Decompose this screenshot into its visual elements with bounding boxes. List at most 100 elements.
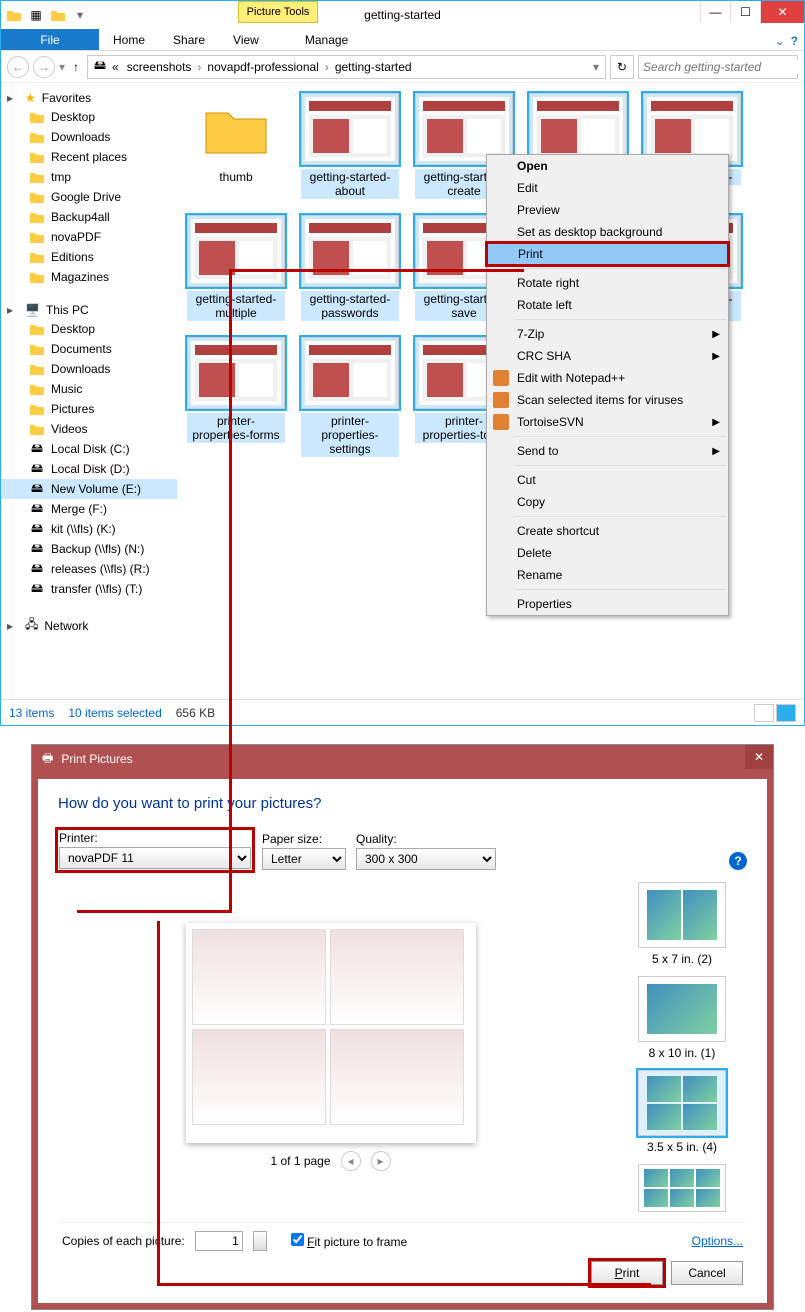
menu-item[interactable]: TortoiseSVN▶ (487, 411, 728, 433)
props-icon[interactable]: ▦ (27, 6, 45, 24)
picture-tools-tab[interactable]: Picture Tools (238, 1, 318, 23)
crumb-getting-started[interactable]: getting-started (331, 60, 416, 74)
menu-item[interactable]: Delete (487, 542, 728, 564)
menu-item[interactable]: Open (487, 155, 728, 177)
nav-item[interactable]: Music (1, 379, 177, 399)
print-button[interactable]: Print (591, 1261, 663, 1285)
nav-item[interactable]: Recent places (1, 147, 177, 167)
nav-item[interactable]: Pictures (1, 399, 177, 419)
up-button[interactable]: ↑ (69, 60, 83, 74)
search-box[interactable]: 🔍 (638, 55, 798, 79)
history-dropdown-icon[interactable]: ▾ (59, 60, 65, 74)
layout-option[interactable]: 3.5 x 5 in. (4) (638, 1070, 726, 1154)
forward-button[interactable]: → (33, 56, 55, 78)
menu-item[interactable]: Cut (487, 469, 728, 491)
nav-item[interactable]: 🖴Local Disk (D:) (1, 459, 177, 479)
menu-item[interactable]: Rotate right (487, 272, 728, 294)
menu-item[interactable]: Edit (487, 177, 728, 199)
search-input[interactable] (639, 60, 804, 74)
details-view-button[interactable] (754, 704, 774, 722)
nav-item[interactable]: Google Drive (1, 187, 177, 207)
breadcrumb[interactable]: 🖴 « screenshots› novapdf-professional› g… (87, 55, 606, 79)
printer-select[interactable]: novaPDF 11 (59, 847, 251, 869)
file-item[interactable]: getting-started-passwords (301, 215, 399, 321)
view-tab[interactable]: View (219, 29, 273, 51)
menu-item[interactable]: Set as desktop background (487, 221, 728, 243)
menu-item[interactable]: 7-Zip▶ (487, 323, 728, 345)
options-link[interactable]: Options... (692, 1234, 743, 1248)
crumb-dropdown-icon[interactable]: ▾ (591, 60, 601, 74)
copies-spinner[interactable] (253, 1231, 267, 1251)
next-page-button[interactable]: ▸ (371, 1151, 391, 1171)
home-tab[interactable]: Home (99, 29, 159, 51)
expand-icon[interactable]: ▸ (7, 619, 19, 633)
nav-item[interactable]: Downloads (1, 359, 177, 379)
favorites-header[interactable]: ▸ ★ Favorites (1, 89, 177, 107)
network-header[interactable]: ▸ 🖧 Network (1, 613, 177, 638)
file-tab[interactable]: File (1, 29, 99, 50)
expand-ribbon-icon[interactable]: ⌄ (775, 34, 785, 48)
nav-item[interactable]: Desktop (1, 107, 177, 127)
crumb-screenshots[interactable]: screenshots (123, 60, 196, 74)
manage-tab[interactable]: Manage (291, 29, 362, 51)
nav-item[interactable]: 🖴New Volume (E:) (1, 479, 177, 499)
menu-item[interactable]: CRC SHA▶ (487, 345, 728, 367)
nav-item[interactable]: Backup4all (1, 207, 177, 227)
back-button[interactable]: ← (7, 56, 29, 78)
nav-item[interactable]: Editions (1, 247, 177, 267)
nav-item[interactable]: Documents (1, 339, 177, 359)
expand-icon[interactable]: ▸ (7, 303, 19, 317)
menu-item[interactable]: Rotate left (487, 294, 728, 316)
nav-item[interactable]: 🖴Backup (\\fls) (N:) (1, 539, 177, 559)
nav-item[interactable]: Desktop (1, 319, 177, 339)
nav-item[interactable]: 🖴Merge (F:) (1, 499, 177, 519)
layout-option[interactable] (638, 1164, 726, 1216)
thumbnails-view-button[interactable] (776, 704, 796, 722)
minimize-button[interactable]: — (700, 1, 730, 23)
menu-item[interactable]: Properties (487, 593, 728, 615)
layout-option[interactable]: 5 x 7 in. (2) (638, 882, 726, 966)
menu-item[interactable]: Preview (487, 199, 728, 221)
menu-item[interactable]: Rename (487, 564, 728, 586)
menu-item[interactable]: Copy (487, 491, 728, 513)
expand-icon[interactable]: ▸ (7, 91, 19, 105)
menu-item[interactable]: Create shortcut (487, 520, 728, 542)
layout-option[interactable]: 8 x 10 in. (1) (638, 976, 726, 1060)
dialog-close-button[interactable]: ✕ (745, 745, 773, 769)
nav-item[interactable]: 🖴Local Disk (C:) (1, 439, 177, 459)
file-item[interactable]: getting-started-about (301, 93, 399, 199)
menu-item[interactable]: Print (487, 243, 728, 265)
file-item[interactable]: thumb (187, 93, 285, 199)
file-item[interactable]: printer-properties-settings (301, 337, 399, 457)
nav-item[interactable]: Magazines (1, 267, 177, 287)
qat-dropdown-icon[interactable]: ▾ (71, 6, 89, 24)
nav-item[interactable]: 🖴kit (\\fls) (K:) (1, 519, 177, 539)
help-icon[interactable]: ? (791, 34, 798, 48)
quality-select[interactable]: 300 x 300 (356, 848, 496, 870)
image-thumbnail (301, 93, 399, 165)
crumb-novapdf[interactable]: novapdf-professional (203, 60, 322, 74)
help-icon[interactable]: ? (729, 852, 747, 870)
share-tab[interactable]: Share (159, 29, 219, 51)
nav-item[interactable]: 🖴transfer (\\fls) (T:) (1, 579, 177, 599)
paper-select[interactable]: Letter (262, 848, 346, 870)
copies-input[interactable] (195, 1231, 243, 1251)
nav-item[interactable]: Downloads (1, 127, 177, 147)
newfolder-icon[interactable] (49, 6, 67, 24)
nav-item[interactable]: tmp (1, 167, 177, 187)
cancel-button[interactable]: Cancel (671, 1261, 743, 1285)
maximize-button[interactable]: ☐ (730, 1, 760, 23)
fit-checkbox[interactable] (291, 1233, 304, 1246)
nav-item[interactable]: novaPDF (1, 227, 177, 247)
menu-item[interactable]: Send to▶ (487, 440, 728, 462)
nav-item[interactable]: Videos (1, 419, 177, 439)
refresh-button[interactable]: ↻ (610, 55, 634, 79)
nav-item[interactable]: 🖴releases (\\fls) (R:) (1, 559, 177, 579)
prev-page-button[interactable]: ◂ (341, 1151, 361, 1171)
menu-item[interactable]: Scan selected items for viruses (487, 389, 728, 411)
menu-item[interactable]: Edit with Notepad++ (487, 367, 728, 389)
close-button[interactable]: ✕ (760, 1, 804, 23)
thispc-header[interactable]: ▸ 🖥️ This PC (1, 301, 177, 319)
file-item[interactable]: printer-properties-forms (187, 337, 285, 457)
file-item[interactable]: getting-started-multiple (187, 215, 285, 321)
